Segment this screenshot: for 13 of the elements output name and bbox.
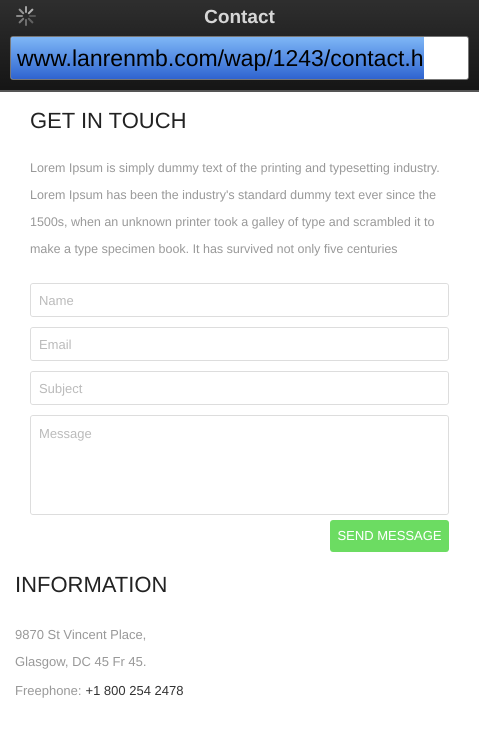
intro-paragraph: Lorem Ipsum is simply dummy text of the printing and typesetting industry. Lorem Ipsum has been the industry's standard dummy text ever since the 1500s, when an unknown printer took a galley of type and scrambled it to make a type specimen book. It has survived not only five centuries xyxy=(30,160,441,258)
phone-number: +1 800 254 2478 xyxy=(86,682,184,700)
section-heading: GET IN TOUCH xyxy=(30,107,188,135)
address-line: 9870 St Vincent Place, xyxy=(15,626,148,644)
section-heading: INFORMATION xyxy=(15,571,168,599)
address-line: Glasgow, DC 45 Fr 45. xyxy=(15,653,148,671)
message-field[interactable]: Message xyxy=(30,415,449,515)
phone-label: Freephone: xyxy=(15,682,82,700)
input-field[interactable]: Email xyxy=(30,327,449,361)
window-title: Contact xyxy=(204,6,275,30)
loading-icon xyxy=(16,6,36,26)
input-field[interactable]: Subject xyxy=(30,371,449,405)
input-field[interactable]: Name xyxy=(30,283,449,317)
